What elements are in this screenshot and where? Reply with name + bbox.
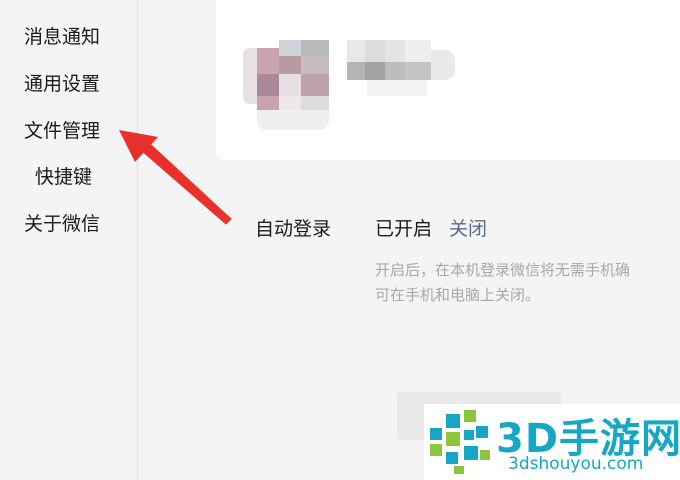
- sidebar-item-notifications[interactable]: 消息通知: [24, 22, 100, 49]
- avatar: [243, 40, 329, 130]
- auto-login-close-link[interactable]: 关闭: [449, 214, 487, 241]
- settings-sidebar: 消息通知 通用设置 文件管理 快捷键 关于微信: [0, 0, 138, 480]
- username-blurred: [347, 40, 455, 96]
- sidebar-item-shortcuts[interactable]: 快捷键: [35, 162, 92, 189]
- sidebar-item-general-settings[interactable]: 通用设置: [24, 69, 100, 96]
- watermark-url: 3dshouyou.com: [508, 454, 644, 474]
- sidebar-item-about[interactable]: 关于微信: [24, 209, 100, 236]
- auto-login-label: 自动登录: [255, 218, 332, 240]
- watermark-logo-icon: [430, 410, 490, 474]
- watermark: 3D手游网 3dshouyou.com: [424, 404, 680, 480]
- sidebar-item-file-management[interactable]: 文件管理: [24, 116, 100, 143]
- auto-login-description-line2: 可在手机和电脑上关闭。: [375, 286, 541, 304]
- auto-login-status: 已开启: [375, 218, 433, 240]
- auto-login-description-line1: 开启后，在本机登录微信将无需手机确: [375, 261, 631, 279]
